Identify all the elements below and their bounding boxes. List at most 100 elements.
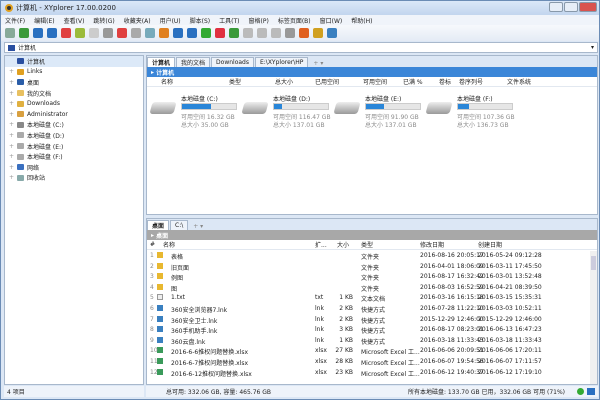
breadcrumb[interactable]: ▸ 计算机 — [147, 67, 597, 77]
tree-item[interactable]: + Downloads — [5, 98, 143, 109]
tree-item[interactable]: + 回收站 — [5, 173, 143, 184]
expand-icon[interactable]: + — [9, 164, 17, 171]
column-header[interactable]: 类型 — [361, 240, 373, 249]
scrollbar[interactable] — [590, 251, 597, 384]
table-row[interactable]: 1 表格 文件夹 2016-08-16 20:05:17 2016-05-24 09:1… — [147, 250, 597, 261]
table-row[interactable]: 4 图文件夹 2016-08-03 16:52:59 2016-04-21 08:39… — [147, 282, 597, 293]
tree-icon[interactable] — [299, 28, 309, 38]
menu-item[interactable]: 标签页面(B) — [278, 16, 311, 25]
menu-item[interactable]: 收藏夹(A) — [124, 16, 151, 25]
cut-icon[interactable] — [131, 28, 141, 38]
expand-icon[interactable]: + — [9, 79, 17, 86]
minimize-button[interactable] — [549, 2, 563, 12]
delete-icon[interactable] — [159, 28, 169, 38]
search-icon[interactable] — [75, 28, 85, 38]
tree-item[interactable]: 计算机 — [5, 56, 143, 67]
menu-item[interactable]: 帮助(H) — [351, 16, 372, 25]
tree-item[interactable]: + 我的文档 — [5, 88, 143, 99]
breadcrumb-item[interactable]: 计算机 — [156, 68, 174, 77]
tab[interactable]: Downloads — [211, 57, 254, 67]
column-header[interactable]: 总大小 — [275, 77, 293, 86]
column-header[interactable]: 可用空间 — [363, 77, 387, 86]
column-header[interactable]: 名称 — [163, 240, 175, 249]
back-icon[interactable] — [5, 28, 15, 38]
refresh-icon[interactable] — [89, 28, 99, 38]
table-row[interactable]: 2 旧页面 文件夹 2016-04-01 18:06:09 2016-03-11 17:… — [147, 261, 597, 272]
color-icon[interactable] — [285, 28, 295, 38]
table-row[interactable]: 3 例图 文件夹 2016-08-17 16:32:42 2016-03-01 13:5… — [147, 271, 597, 282]
check-icon[interactable] — [215, 28, 225, 38]
add-tab-icon[interactable]: + ▾ — [313, 60, 323, 67]
expand-icon[interactable]: + — [9, 143, 17, 150]
tree-item[interactable]: + 本地磁盘 (E:) — [5, 141, 143, 152]
column-header[interactable]: 卷标 — [439, 77, 451, 86]
target-icon[interactable] — [61, 28, 71, 38]
menu-item[interactable]: 脚本(S) — [190, 16, 211, 25]
expand-icon[interactable]: + — [9, 90, 17, 97]
column-header[interactable]: 已用空间 — [315, 77, 339, 86]
drive-item[interactable]: 本地磁盘 (F:) 可用空间 107.36 GB 总大小 136.73 GB — [425, 94, 557, 140]
table-row[interactable]: 5 1.txt txt 1 KB 文本文档 2016-03-16 16:15:18 2016… — [147, 292, 597, 303]
column-header[interactable]: 类型 — [229, 77, 241, 86]
select-icon[interactable] — [201, 28, 211, 38]
breadcrumb-item[interactable]: 桌面 — [156, 231, 168, 240]
table-row[interactable]: 9 360云盘.lnk lnk 1 KB 快捷方式 2016-03-18 11:33:43… — [147, 335, 597, 346]
expand-icon[interactable]: + — [9, 111, 17, 118]
expand-icon[interactable]: + — [9, 100, 17, 107]
layout-icon[interactable] — [327, 28, 337, 38]
column-header[interactable]: # — [150, 241, 155, 248]
column-header[interactable]: 修改日期 — [420, 240, 444, 249]
menu-item[interactable]: 用户(U) — [160, 16, 181, 25]
tab[interactable]: C:\ — [170, 220, 189, 230]
maximize-button[interactable] — [564, 2, 578, 12]
column-header[interactable]: 扩... — [315, 240, 327, 249]
tree-item[interactable]: + 桌面 — [5, 77, 143, 88]
column-header[interactable]: 大小 — [337, 240, 349, 249]
up-icon[interactable] — [33, 28, 43, 38]
menu-item[interactable]: 编辑(E) — [34, 16, 54, 25]
tree-item[interactable]: + Links — [5, 67, 143, 78]
tree-item[interactable]: + 本地磁盘 (C:) — [5, 120, 143, 131]
table-row[interactable]: 8 360手机助手.lnk lnk 3 KB 快捷方式 2016-08-17 08:23:… — [147, 324, 597, 335]
table-row[interactable]: 11 2016-6-7推权问题替换.xlsx xlsx 28 KB Microsoft … — [147, 356, 597, 367]
grid-icon[interactable] — [313, 28, 323, 38]
table-row[interactable]: 7 360安全卫士.lnk lnk 2 KB 快捷方式 2015-12-29 12:46:… — [147, 314, 597, 325]
forward-icon[interactable] — [19, 28, 29, 38]
expand-icon[interactable]: + — [9, 68, 17, 75]
filter-green-icon[interactable] — [271, 28, 281, 38]
menu-item[interactable]: 窗格(P) — [249, 16, 269, 25]
address-bar[interactable]: 计算机 ▾ — [4, 42, 598, 53]
tree-item[interactable]: + 本地磁盘 (F:) — [5, 151, 143, 162]
menu-item[interactable]: 查看(V) — [64, 16, 85, 25]
column-header[interactable]: 创建日期 — [478, 240, 502, 249]
expand-icon[interactable]: + — [9, 132, 17, 139]
column-header[interactable]: 已满 % — [403, 77, 423, 86]
find-icon[interactable] — [243, 28, 253, 38]
tab[interactable]: 计算机 — [147, 57, 176, 67]
chevron-down-icon[interactable]: ▾ — [591, 44, 594, 51]
close-button[interactable] — [579, 2, 597, 12]
new-folder-icon[interactable] — [103, 28, 113, 38]
table-row[interactable]: 12 2016-6-12推权问题替换.xlsx xlsx 23 KB Microsoft… — [147, 367, 597, 378]
table-row[interactable]: 6 360安全浏览器7.lnk lnk 2 KB 快捷方式 2016-07-28 11:2… — [147, 303, 597, 314]
column-header[interactable]: 文件系统 — [507, 77, 531, 86]
menu-item[interactable]: 工具(T) — [219, 16, 239, 25]
tree-item[interactable]: + 网络 — [5, 162, 143, 173]
scrollbar-thumb[interactable] — [591, 256, 596, 270]
menu-item[interactable]: 窗口(W) — [320, 16, 343, 25]
status-ok-icon[interactable] — [577, 388, 584, 395]
menu-item[interactable]: 文件(F) — [5, 16, 25, 25]
breadcrumb[interactable]: ▸ 桌面 — [147, 230, 597, 240]
column-header[interactable]: 名称 — [161, 77, 173, 86]
monitor-icon[interactable] — [47, 28, 57, 38]
column-header[interactable]: 卷序列号 — [459, 77, 483, 86]
tab[interactable]: 桌面 — [147, 220, 170, 230]
tab[interactable]: 我的文档 — [176, 57, 211, 67]
panel-icon[interactable] — [587, 388, 595, 395]
tab[interactable]: E:\XYplorer\HP — [254, 57, 309, 67]
add-tab-icon[interactable]: + ▾ — [193, 223, 203, 230]
filter-icon[interactable] — [257, 28, 267, 38]
table-row[interactable]: 10 2016-6-6推权问题替换.xlsx xlsx 27 KB Microsoft … — [147, 345, 597, 356]
tree-item[interactable]: + Administrator — [5, 109, 143, 120]
undo-icon[interactable] — [173, 28, 183, 38]
